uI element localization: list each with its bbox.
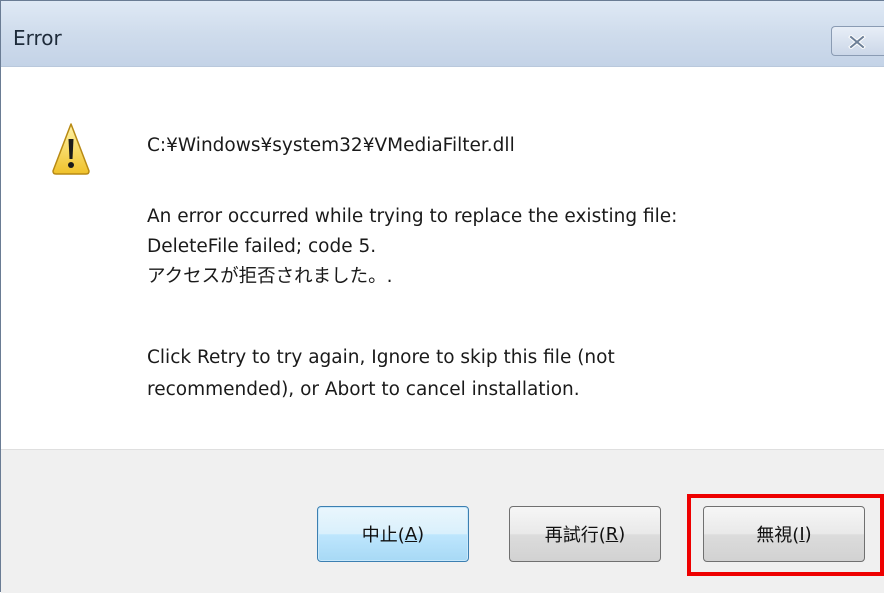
abort-button[interactable]: 中止(A) bbox=[317, 506, 469, 562]
retry-button[interactable]: 再試行(R) bbox=[509, 506, 661, 562]
abort-mnemonic: A bbox=[404, 523, 418, 545]
highlight-box bbox=[687, 494, 884, 576]
title-bar[interactable]: Error bbox=[1, 1, 884, 67]
close-icon bbox=[848, 35, 866, 49]
close-button[interactable] bbox=[831, 26, 884, 56]
error-text-line3: アクセスが拒否されました。. bbox=[147, 266, 393, 287]
retry-button-suffix: ) bbox=[618, 523, 626, 545]
dialog-title: Error bbox=[13, 26, 62, 50]
warning-icon bbox=[52, 123, 90, 175]
file-path: C:¥Windows¥system32¥VMediaFilter.dll bbox=[147, 135, 515, 156]
abort-button-suffix: ) bbox=[417, 523, 425, 545]
error-dialog: Error C:¥Windows¥system32¥VMediaFilter.d… bbox=[0, 0, 884, 593]
error-text-line2: DeleteFile failed; code 5. bbox=[147, 236, 377, 257]
hint-text-line1: Click Retry to try again, Ignore to skip… bbox=[147, 347, 615, 368]
hint-text-line2: recommended), or Abort to cancel install… bbox=[147, 379, 580, 400]
error-text-line1: An error occurred while trying to replac… bbox=[147, 206, 678, 227]
retry-mnemonic: R bbox=[605, 523, 619, 545]
abort-button-label: 中止( bbox=[361, 525, 405, 546]
retry-button-label: 再試行( bbox=[544, 525, 606, 546]
